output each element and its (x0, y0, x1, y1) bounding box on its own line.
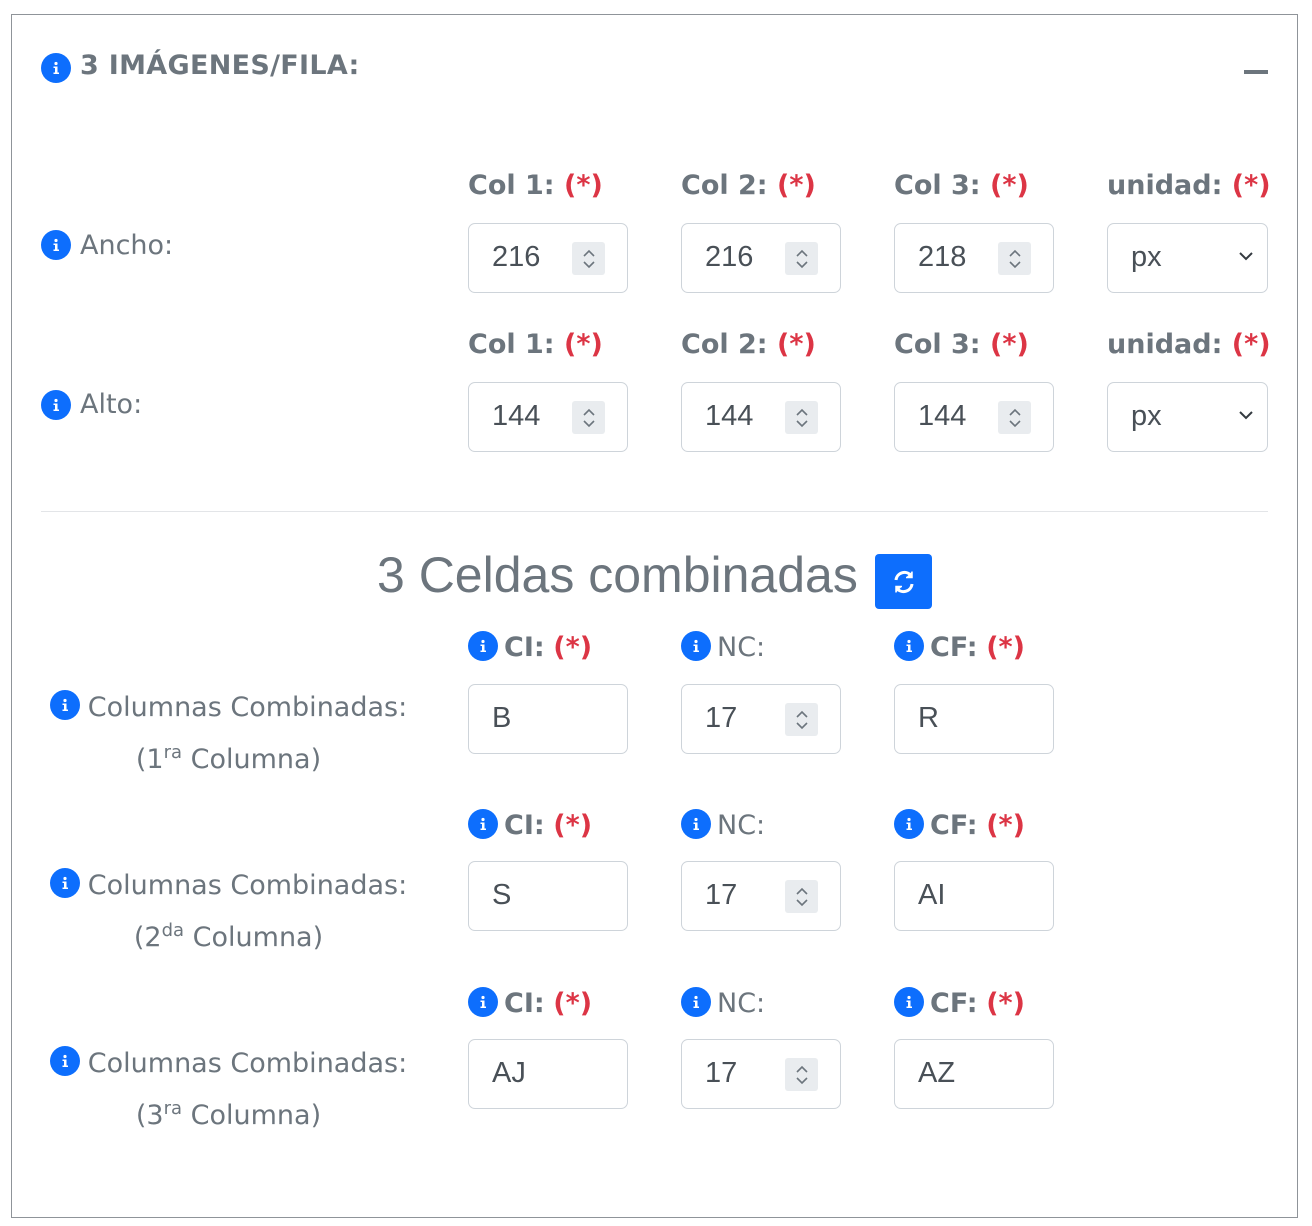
merged-row-1-ci-input[interactable]: B (468, 684, 628, 754)
spinner-icon[interactable] (785, 401, 818, 434)
spinner-icon[interactable] (785, 242, 818, 275)
info-icon[interactable] (49, 1045, 80, 1076)
cf-header: CF: (*) (894, 808, 1025, 842)
ci-header: CI: (*) (468, 808, 592, 842)
alto-col1-input[interactable]: 144 (468, 382, 628, 452)
ancho-col1-value: 216 (492, 241, 541, 273)
alto-col3-input[interactable]: 144 (894, 382, 1054, 452)
images-per-row-card (11, 14, 1298, 1218)
refresh-icon (894, 570, 913, 593)
alto-unit-value: px (1131, 400, 1162, 432)
merged-row-2-nc-input[interactable]: 17 (681, 861, 841, 931)
ancho-unit-value: px (1131, 241, 1162, 273)
nc-value: 17 (705, 702, 738, 734)
merged-row-3-ci-input[interactable]: AJ (468, 1039, 628, 1109)
info-icon[interactable] (894, 986, 924, 1017)
info-icon[interactable] (468, 630, 498, 661)
alto-col3-value: 144 (918, 400, 967, 432)
info-icon[interactable] (681, 986, 711, 1017)
merged-row-3-label: Columnas Combinadas: (3ra Columna) (41, 1041, 416, 1138)
spinner-icon[interactable] (998, 242, 1031, 275)
info-icon[interactable] (468, 808, 498, 839)
ancho-unit-select[interactable]: px (1107, 223, 1268, 293)
info-icon[interactable] (894, 808, 924, 839)
merged-row-1-nc-input[interactable]: 17 (681, 684, 841, 754)
ci-value: AJ (492, 1057, 526, 1089)
ci-header: CI: (*) (468, 986, 592, 1020)
spinner-icon[interactable] (998, 401, 1031, 434)
alto-col2-value: 144 (705, 400, 754, 432)
cf-value: AZ (918, 1057, 956, 1089)
ancho-label: Ancho: (80, 230, 174, 261)
merged-row-1-cf-input[interactable]: R (894, 684, 1054, 754)
merged-row-2-label: Columnas Combinadas: (2da Columna) (41, 863, 416, 960)
info-icon[interactable] (894, 630, 924, 661)
ancho-col3-value: 218 (918, 241, 967, 273)
spinner-icon[interactable] (572, 401, 605, 434)
spinner-icon[interactable] (785, 703, 818, 736)
ancho-col3-input[interactable]: 218 (894, 223, 1054, 293)
merged-row-2-ci-input[interactable]: S (468, 861, 628, 931)
alto-col1-value: 144 (492, 400, 541, 432)
nc-header: NC: (681, 808, 765, 842)
ancho-col2-header: Col 2: (*) (681, 170, 816, 201)
nc-value: 17 (705, 879, 738, 911)
alto-label: Alto: (80, 389, 143, 420)
merged-row-2-cf-input[interactable]: AI (894, 861, 1054, 931)
section-divider (41, 511, 1268, 512)
merged-cells-title: 3 Celdas combinadas (377, 547, 858, 603)
alto-col3-header: Col 3: (*) (894, 329, 1029, 360)
collapse-minus-icon[interactable] (1244, 70, 1268, 74)
merged-row-3-cf-input[interactable]: AZ (894, 1039, 1054, 1109)
ci-value: S (492, 879, 512, 911)
info-icon[interactable] (681, 630, 711, 661)
cf-value: R (918, 702, 939, 734)
nc-header: NC: (681, 630, 765, 664)
ancho-col1-header: Col 1: (*) (468, 170, 603, 201)
ci-header: CI: (*) (468, 630, 592, 664)
cf-value: AI (918, 879, 946, 911)
spinner-icon[interactable] (572, 242, 605, 275)
alto-col2-input[interactable]: 144 (681, 382, 841, 452)
spinner-icon[interactable] (785, 1058, 818, 1091)
ancho-col2-input[interactable]: 216 (681, 223, 841, 293)
alto-unit-header: unidad: (*) (1107, 329, 1271, 360)
merged-row-1-label: Columnas Combinadas: (1ra Columna) (41, 685, 416, 782)
ancho-col3-header: Col 3: (*) (894, 170, 1029, 201)
card-title: 3 IMÁGENES/FILA: (80, 50, 360, 81)
refresh-button[interactable] (875, 554, 932, 609)
cf-header: CF: (*) (894, 986, 1025, 1020)
nc-value: 17 (705, 1057, 738, 1089)
info-icon[interactable] (468, 986, 498, 1017)
info-icon[interactable] (41, 53, 71, 83)
chevron-down-icon (1239, 411, 1253, 420)
info-icon[interactable] (41, 230, 71, 260)
alto-unit-select[interactable]: px (1107, 382, 1268, 452)
ancho-col1-input[interactable]: 216 (468, 223, 628, 293)
info-icon[interactable] (49, 689, 80, 720)
info-icon[interactable] (41, 390, 71, 420)
nc-header: NC: (681, 986, 765, 1020)
info-icon[interactable] (49, 867, 80, 898)
spinner-icon[interactable] (785, 880, 818, 913)
alto-col2-header: Col 2: (*) (681, 329, 816, 360)
ci-value: B (492, 702, 512, 734)
chevron-down-icon (1239, 252, 1253, 261)
merged-row-3-nc-input[interactable]: 17 (681, 1039, 841, 1109)
ancho-col2-value: 216 (705, 241, 754, 273)
ancho-unit-header: unidad: (*) (1107, 170, 1271, 201)
info-icon[interactable] (681, 808, 711, 839)
cf-header: CF: (*) (894, 630, 1025, 664)
alto-col1-header: Col 1: (*) (468, 329, 603, 360)
